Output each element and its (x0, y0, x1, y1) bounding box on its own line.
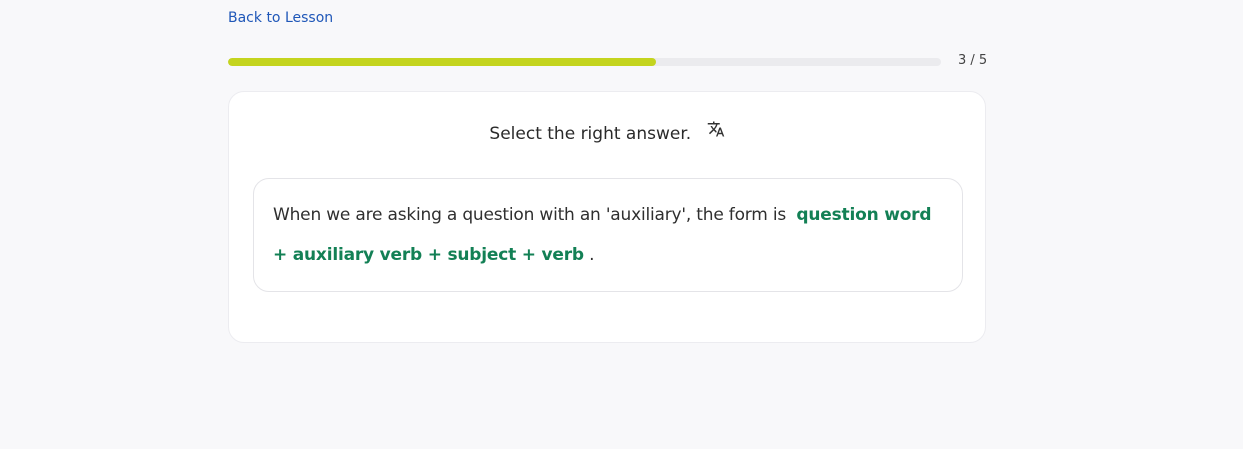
instruction-row: Select the right answer. (229, 120, 985, 146)
instruction-text: Select the right answer. (489, 124, 692, 144)
progress-bar-fill (228, 58, 656, 66)
progress-count: 3 / 5 (958, 53, 988, 68)
translate-icon[interactable] (707, 120, 725, 145)
lesson-page: Back to Lesson 3 / 5 Select the right an… (0, 0, 1243, 449)
progress-bar (228, 58, 941, 66)
progress-row: 3 / 5 (228, 52, 990, 72)
question-card: Select the right answer. When we are ask… (228, 91, 986, 343)
explanation-box: When we are asking a question with an 'a… (253, 178, 963, 292)
explanation-text-before: When we are asking a question with an 'a… (273, 205, 786, 225)
explanation-text-after: . (589, 245, 595, 265)
back-to-lesson-link[interactable]: Back to Lesson (228, 8, 333, 28)
explanation-text: When we are asking a question with an 'a… (273, 195, 943, 275)
